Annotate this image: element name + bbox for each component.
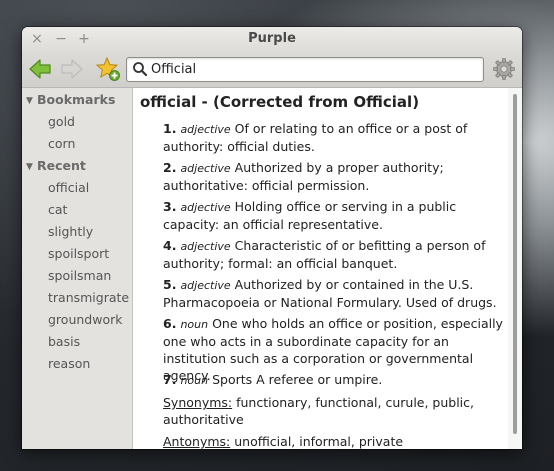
search-input[interactable] xyxy=(151,59,477,79)
toolbar xyxy=(22,52,522,88)
definition-item: 5. adjective Authorized by or contained … xyxy=(163,276,503,311)
sidebar-item-recent[interactable]: spoilsport xyxy=(48,246,109,261)
sidebar-item-recent[interactable]: basis xyxy=(48,334,80,349)
sidebar-item-bookmark[interactable]: gold xyxy=(48,114,75,129)
part-of-speech: adjective xyxy=(180,201,231,214)
entry-headword: official - (Corrected from Official) xyxy=(140,93,420,111)
sidebar-item-recent[interactable]: groundwork xyxy=(48,312,122,327)
definition-pane: official - (Corrected from Official) 1. … xyxy=(133,88,508,449)
sidebar-item-recent[interactable]: transmigrate xyxy=(48,290,129,305)
definition-number: 7. xyxy=(163,372,177,387)
synonyms-label: Synonyms: xyxy=(163,395,233,410)
antonyms-label: Antonyms: xyxy=(163,434,231,449)
definition-item: 4. adjective Characteristic of or befitt… xyxy=(163,237,503,272)
search-icon xyxy=(133,62,148,77)
synonyms-row: Synonyms: functionary, functional, curul… xyxy=(163,394,493,428)
expanded-triangle-icon: ▼ xyxy=(26,162,33,172)
vertical-scrollbar[interactable] xyxy=(508,88,522,449)
definition-item: 3. adjective Holding office or serving i… xyxy=(163,198,503,233)
part-of-speech: adjective xyxy=(180,162,231,175)
definition-item: 1. adjective Of or relating to an office… xyxy=(163,120,503,155)
antonyms-list: unofficial, informal, private xyxy=(234,434,404,449)
app-window: × − + Purple Official ▼ Bookmarks gold c… xyxy=(22,27,522,449)
part-of-speech: adjective xyxy=(180,279,231,292)
recent-label: Recent xyxy=(37,158,86,173)
antonyms-row: Antonyms: unofficial, informal, private xyxy=(163,433,493,449)
titlebar: × − + Purple xyxy=(22,27,522,52)
definition-number: 3. xyxy=(163,199,177,214)
definition-number: 1. xyxy=(163,121,177,136)
sidebar-item-recent[interactable]: slightly xyxy=(48,224,93,239)
part-of-speech: adjective xyxy=(180,123,231,136)
recent-section-header[interactable]: ▼ Recent xyxy=(26,158,86,173)
sidebar-item-bookmark[interactable]: corn xyxy=(48,136,75,151)
search-box xyxy=(126,57,484,82)
forward-arrow-icon[interactable] xyxy=(60,57,84,81)
definition-number: 4. xyxy=(163,238,177,253)
sidebar-item-recent[interactable]: official xyxy=(48,180,89,195)
add-bookmark-star-icon[interactable] xyxy=(95,56,121,82)
definition-item: 2. adjective Authorized by a proper auth… xyxy=(163,159,503,194)
definition-text: Sports A referee or umpire. xyxy=(212,372,383,387)
definition-number: 2. xyxy=(163,160,177,175)
sidebar-item-recent[interactable]: spoilsman xyxy=(48,268,111,283)
scrollbar-thumb[interactable] xyxy=(513,94,517,434)
sidebar: ▼ Bookmarks gold corn ▼ Recent official ca… xyxy=(22,88,133,449)
expanded-triangle-icon: ▼ xyxy=(26,96,33,106)
part-of-speech: noun xyxy=(180,318,209,331)
definition-number: 6. xyxy=(163,316,177,331)
window-title: Purple xyxy=(248,31,296,46)
bookmarks-label: Bookmarks xyxy=(37,92,116,107)
gear-icon[interactable] xyxy=(492,57,516,81)
bookmarks-section-header[interactable]: ▼ Bookmarks xyxy=(26,92,115,107)
back-arrow-icon[interactable] xyxy=(28,57,52,81)
part-of-speech: noun xyxy=(180,374,209,387)
sidebar-item-recent[interactable]: cat xyxy=(48,202,67,217)
sidebar-item-recent[interactable]: reason xyxy=(48,356,90,371)
part-of-speech: adjective xyxy=(180,240,231,253)
definition-number: 5. xyxy=(163,277,177,292)
definition-item: 7. noun Sports A referee or umpire. xyxy=(163,371,503,389)
